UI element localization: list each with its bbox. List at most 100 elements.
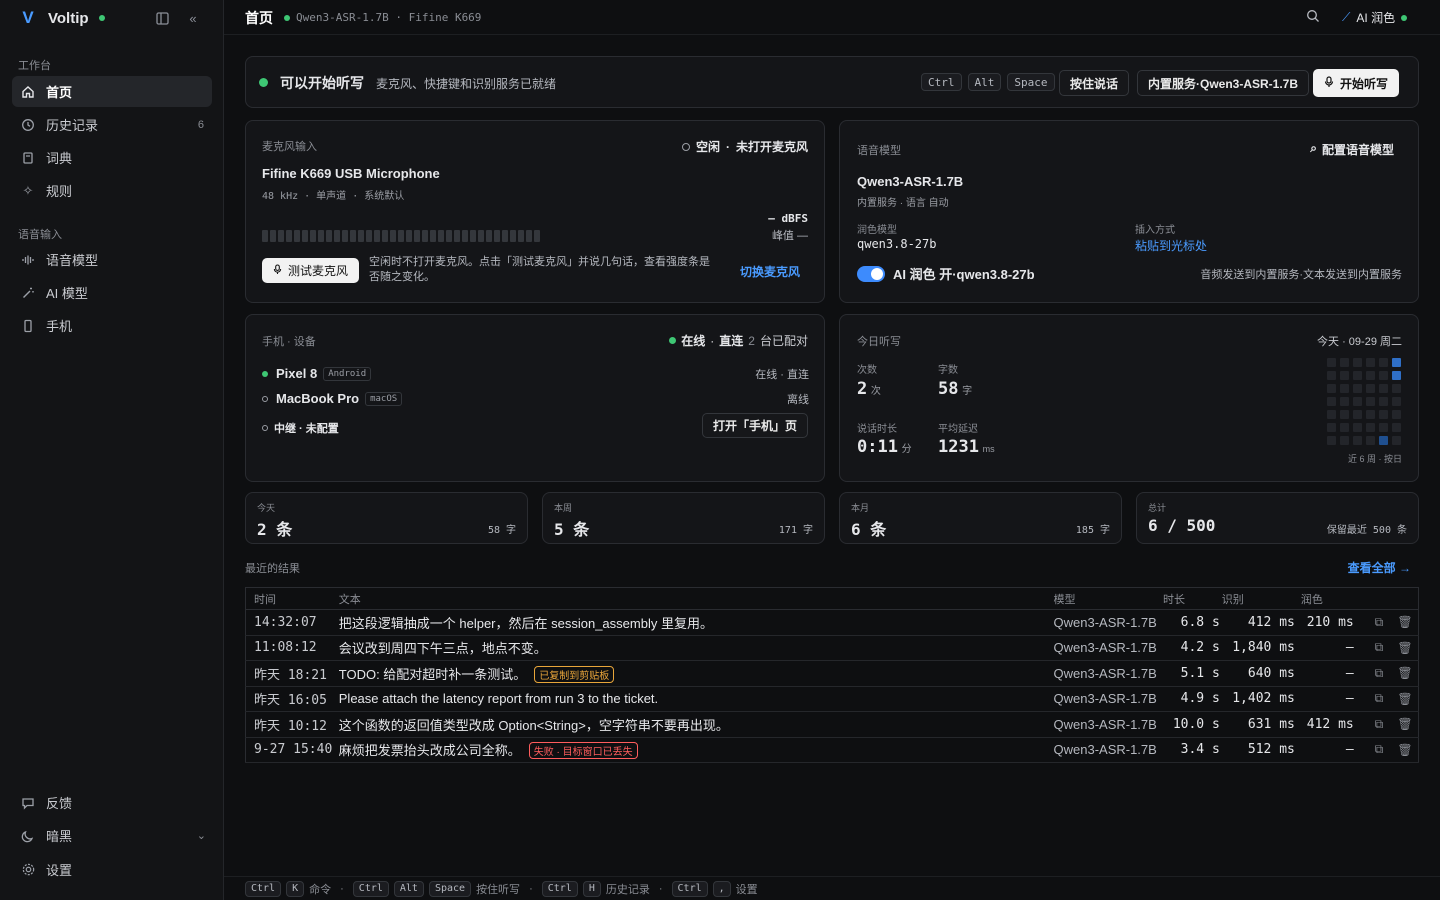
cell-model: Qwen3-ASR-1.7B [1053, 737, 1163, 763]
device-name: Pixel 8 [276, 366, 318, 381]
cell-time: 昨天 10:12 [245, 711, 339, 738]
asr-model-meta: 内置服务 · 语言 自动 [857, 198, 949, 209]
ai-polish-switch[interactable] [857, 265, 885, 282]
home-icon [20, 85, 36, 99]
device-row[interactable]: Pixel 8 Android 在线 · 直连 [262, 361, 809, 386]
separator: · [529, 882, 533, 895]
copy-icon[interactable]: ⧉ [1365, 711, 1393, 738]
wand-icon [20, 286, 36, 300]
delete-icon[interactable]: 🗑︎ [1392, 609, 1419, 636]
start-dictation-button[interactable]: 开始听写 [1313, 69, 1400, 97]
level-segment [390, 230, 396, 242]
sidebar-item-home[interactable]: 首页 [12, 76, 212, 107]
result-text: 这个函数的返回值类型改成 Option<String>，空字符串不要再出现。 [338, 717, 729, 733]
dbfs-readout: — dBFS [768, 212, 808, 225]
test-mic-button[interactable]: 测试麦克风 [262, 258, 360, 283]
sidebar-item-label: 规则 [46, 184, 73, 199]
devices-status: 在线 · 直连 2 台已配对 [669, 332, 808, 349]
mic-card: 麦克风输入 空闲 · 未打开麦克风 Fifine K669 USB Microph… [245, 120, 825, 303]
switch-mic-link[interactable]: 切换麦克风 [740, 263, 800, 280]
open-phone-page-button[interactable]: 打开「手机」页 [701, 413, 808, 438]
section-label-workbench: 工作台 [18, 60, 51, 72]
ready-title: 可以开始听写 [280, 75, 364, 91]
delete-icon[interactable]: 🗑︎ [1392, 635, 1419, 661]
sidebar-item-rules[interactable]: ✧ 规则 [12, 175, 212, 206]
activity-heatmap [1327, 358, 1401, 445]
col-model: 模型 [1053, 587, 1163, 610]
mic-status-text2: 未打开麦克风 [735, 140, 808, 154]
heatmap-cell [1353, 384, 1362, 393]
sidebar-item-history[interactable]: 历史记录 6 [12, 109, 212, 140]
table-row[interactable]: 昨天 10:12 这个函数的返回值类型改成 Option<String>，空字符… [245, 711, 1419, 738]
copy-icon[interactable]: ⧉ [1365, 660, 1393, 687]
service-button[interactable]: 内置服务·Qwen3-ASR-1.7B [1137, 70, 1310, 96]
cell-polish: — [1300, 635, 1366, 661]
ai-polish-toggle[interactable]: ⟋ AI 润色 [1342, 9, 1408, 26]
delete-icon[interactable]: 🗑︎ [1392, 686, 1419, 712]
heatmap-cell [1327, 384, 1336, 393]
table-row[interactable]: 14:32:07 把这段逻辑抽成一个 helper，然后在 session_as… [245, 609, 1419, 636]
insert-mode-value[interactable]: 粘贴到光标处 [1135, 237, 1207, 254]
copy-icon[interactable]: ⧉ [1365, 686, 1393, 712]
table-header: 时间 文本 模型 时长 识别 润色 [245, 587, 1419, 610]
level-segment [350, 230, 356, 242]
heatmap-cell [1392, 384, 1401, 393]
sidebar-item-settings[interactable]: 设置 [12, 854, 212, 885]
device-state: 离线 [787, 393, 809, 406]
cell-duration: 3.4 s [1162, 737, 1222, 763]
push-to-talk-button[interactable]: 按住说话 [1059, 70, 1130, 96]
heatmap-cell [1366, 397, 1375, 406]
moon-icon [20, 829, 36, 843]
sidebar-item-phone[interactable]: 手机 [12, 310, 212, 341]
level-segment [294, 230, 300, 242]
stat-value: 5 条 [554, 520, 590, 539]
stat-week: 本周 5 条 171 字 [542, 492, 825, 544]
mic-status: 空闲 · 未打开麦克风 [681, 138, 808, 155]
os-tag: macOS [365, 391, 403, 406]
cell-model: Qwen3-ASR-1.7B [1053, 686, 1163, 712]
sidebar-item-speech-model[interactable]: 语音模型 [12, 244, 212, 275]
delete-icon[interactable]: 🗑︎ [1392, 737, 1419, 763]
copy-icon[interactable]: ⧉ [1365, 737, 1393, 763]
heatmap-caption: 近 6 周 · 按日 [1347, 454, 1402, 464]
cell-asr: 1,840 ms [1221, 635, 1301, 661]
shortcut-key: , [712, 880, 731, 897]
copy-icon[interactable]: ⧉ [1365, 609, 1393, 636]
cell-model: Qwen3-ASR-1.7B [1053, 711, 1163, 738]
times-stat: 2 次 [857, 379, 881, 399]
config-asr-button[interactable]: ⌕ 配置语音模型 [1310, 141, 1394, 158]
sidebar-item-dictionary[interactable]: 词典 [12, 142, 212, 173]
heatmap-cell [1392, 423, 1401, 432]
sidebar-item-feedback[interactable]: 反馈 [12, 787, 212, 818]
sidebar: V Voltip « 工作台 首页 历史记录 6 词典 ✧ 规则 语音输入 语音… [0, 0, 224, 900]
stat-sub: 171 字 [778, 525, 813, 536]
heatmap-cell [1340, 358, 1349, 367]
result-text: 麻烦把发票抬头改成公司全称。 [338, 743, 521, 759]
stat-sub: 58 字 [487, 525, 516, 536]
search-icon[interactable] [1306, 9, 1320, 26]
collapse-sidebar-icon[interactable]: « [184, 9, 202, 27]
level-segment [526, 230, 532, 242]
col-duration: 时长 [1162, 587, 1222, 610]
table-row[interactable]: 昨天 18:21 TODO: 给配对超时补一条测试。 已复制到剪贴板 Qwen3-… [245, 660, 1419, 687]
table-row[interactable]: 昨天 16:05 Please attach the latency repor… [245, 686, 1419, 712]
level-segment [374, 230, 380, 242]
copy-icon[interactable]: ⧉ [1365, 635, 1393, 661]
sidebar-item-label: 词典 [46, 151, 73, 166]
table-row[interactable]: 9-27 15:40 麻烦把发票抬头改成公司全称。 失败 · 目标窗口已丢失 Qw… [245, 737, 1419, 763]
sidebar-item-label: 历史记录 [46, 118, 99, 133]
key-alt: Alt [967, 73, 1002, 91]
sidebar-item-ai-model[interactable]: AI 模型 [12, 277, 212, 308]
result-text: 会议改到周四下午三点，地点不变。 [338, 641, 547, 657]
status-dot [98, 15, 105, 21]
recent-results-table: 时间 文本 模型 时长 识别 润色 14:32:07 把这段逻辑抽成一个 hel… [245, 587, 1419, 763]
theme-selector[interactable]: 暗黑 ⌄ [12, 820, 212, 851]
delete-icon[interactable]: 🗑︎ [1392, 660, 1419, 687]
table-row[interactable]: 11:08:12 会议改到周四下午三点，地点不变。 Qwen3-ASR-1.7B… [245, 635, 1419, 661]
view-all-link[interactable]: 查看全部 → [1348, 559, 1411, 576]
device-row[interactable]: MacBook Pro macOS 离线 [262, 386, 809, 411]
delete-icon[interactable]: 🗑︎ [1392, 711, 1419, 738]
sparkle-icon: ✧ [22, 182, 34, 198]
panel-toggle-icon[interactable] [153, 9, 171, 27]
heatmap-cell [1392, 436, 1401, 445]
